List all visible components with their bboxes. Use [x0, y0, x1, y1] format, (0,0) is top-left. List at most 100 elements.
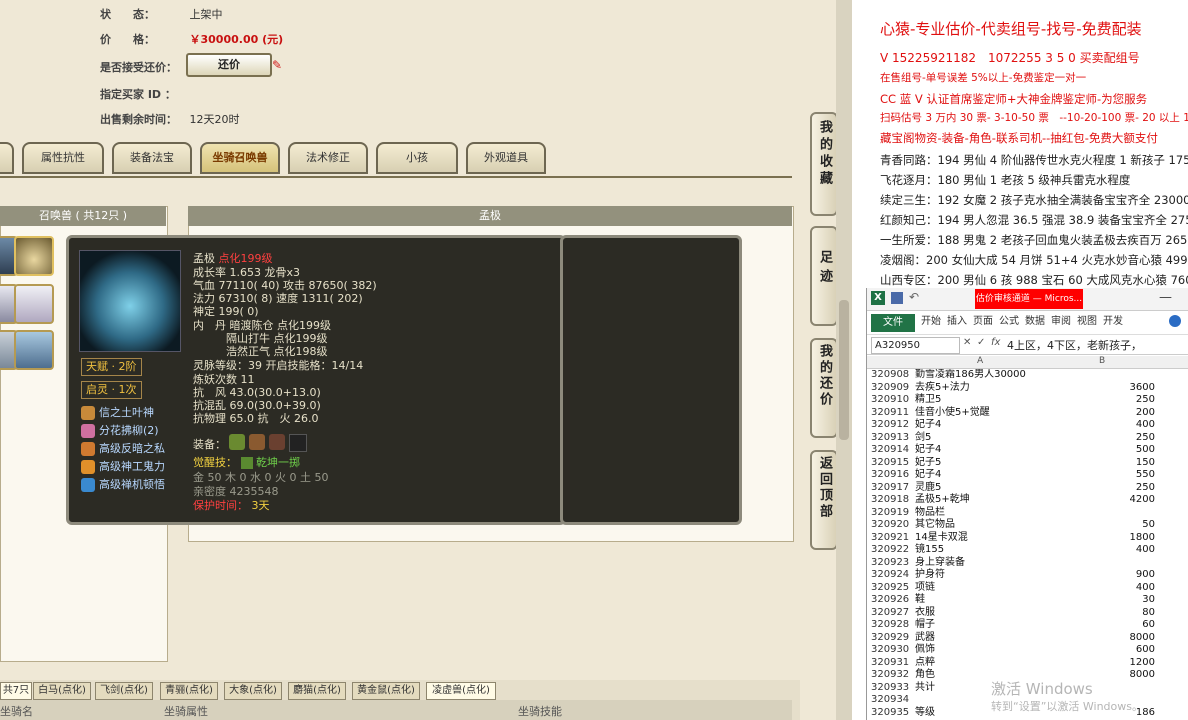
- summon-avatar[interactable]: [14, 330, 54, 370]
- ribbon-tab-file[interactable]: 文件: [871, 314, 915, 332]
- ribbon-tab[interactable]: 开始: [921, 312, 941, 332]
- table-row[interactable]: 320916 妃子4 550: [867, 469, 1188, 482]
- table-row[interactable]: 320908 勤雪凌霜186男人30000: [867, 369, 1188, 382]
- formula-bar: A320950 ✕ ✓ fx 4上区，4下区，老新孩子，: [867, 336, 1188, 355]
- tab-spells[interactable]: 法术修正: [288, 142, 368, 174]
- ribbon-tab[interactable]: 数据: [1025, 312, 1045, 332]
- table-row[interactable]: 320927 衣服 80: [867, 607, 1188, 620]
- table-row[interactable]: 320921 14星卡双混 1800: [867, 532, 1188, 545]
- summon-avatar-selected[interactable]: [14, 236, 54, 276]
- table-row[interactable]: 320926 鞋 30: [867, 594, 1188, 607]
- summon-detail-title: 孟极: [188, 206, 792, 226]
- tip-name-line: 孟极 点化199级: [193, 252, 273, 265]
- listing-line: 一生所爱：188 男鬼 2 老孩子回血鬼火装孟极去疾百万 26500: [880, 233, 1188, 247]
- help-icon[interactable]: [1169, 315, 1181, 327]
- table-row[interactable]: 320909 去疾5+法力 3600: [867, 382, 1188, 395]
- ribbon-tab[interactable]: 开发: [1103, 312, 1123, 332]
- back-to-top-button[interactable]: 返回顶部: [810, 450, 838, 550]
- equip-slot-icon[interactable]: [249, 434, 265, 450]
- mount-col-skill: 坐骑技能: [518, 705, 562, 718]
- awaken-skill-icon: [240, 457, 253, 469]
- tip-intimacy: 亲密度 4235548: [193, 485, 279, 498]
- ribbon-tab[interactable]: 审阅: [1051, 312, 1071, 332]
- tab-appearance[interactable]: 外观道具: [466, 142, 546, 174]
- page-scrollbar[interactable]: [836, 0, 852, 720]
- save-icon[interactable]: [891, 292, 903, 304]
- equip-slot-icon[interactable]: [229, 434, 245, 450]
- skill-name: 高级反暗之私: [99, 442, 165, 455]
- tip-equip-label: 装备：: [193, 438, 226, 451]
- confirm-icon[interactable]: ✓: [977, 337, 985, 348]
- haggle-button[interactable]: 还价: [186, 53, 272, 77]
- mount-count-label: 共7只: [0, 682, 32, 700]
- tab-partial[interactable]: [0, 142, 14, 174]
- table-row[interactable]: 320911 佳音小使5+觉醒 200: [867, 407, 1188, 420]
- my-haggle-button[interactable]: 我的还价: [810, 338, 838, 438]
- column-headers: A B: [867, 356, 1188, 369]
- table-row[interactable]: 320928 帽子 60: [867, 619, 1188, 632]
- listing-line: 红颜知己：194 男人忽混 36.5 强混 38.9 装备宝宝齐全 27500: [880, 213, 1188, 227]
- mount-tab[interactable]: 飞剑(点化): [95, 682, 153, 700]
- tab-children[interactable]: 小孩: [376, 142, 458, 174]
- mount-tab[interactable]: 白马(点化): [33, 682, 91, 700]
- formula-content[interactable]: 4上区，4下区，老新孩子，: [1007, 337, 1142, 353]
- table-row[interactable]: 320920 其它物品 50: [867, 519, 1188, 532]
- tab-equipment[interactable]: 装备法宝: [112, 142, 192, 174]
- tab-divider: [0, 176, 792, 178]
- price-value: ￥30000.00 (元): [189, 33, 284, 46]
- summon-avatar[interactable]: [14, 284, 54, 324]
- ribbon-tab[interactable]: 公式: [999, 312, 1019, 332]
- haggle-row: 是否接受还价：: [100, 59, 186, 75]
- ribbon-tab[interactable]: 插入: [947, 312, 967, 332]
- table-row[interactable]: 320922 镜155 400: [867, 544, 1188, 557]
- table-row[interactable]: 320915 妃子5 150: [867, 457, 1188, 470]
- equip-slot-icon[interactable]: [269, 434, 285, 450]
- tip-res3: 抗物理 65.0 抗 火 26.0: [193, 412, 319, 425]
- my-favorites-button[interactable]: 我的收藏: [810, 112, 838, 216]
- minimize-icon[interactable]: —: [1159, 290, 1172, 305]
- my-haggle-label: 我的还价: [817, 344, 832, 408]
- tip-protect-label: 保护时间：: [193, 499, 248, 512]
- buyer-id-label: 指定买家 ID ：: [100, 88, 176, 101]
- listing-line: 续定三生：192 女魔 2 孩子克水抽全满装备宝宝齐全 23000: [880, 193, 1188, 207]
- table-row[interactable]: 320913 剑5 250: [867, 432, 1188, 445]
- tip-dan3: 浩然正气 点化198级: [193, 345, 328, 358]
- equip-slot-empty[interactable]: [289, 434, 307, 452]
- tab-attributes[interactable]: 属性抗性: [22, 142, 104, 174]
- table-row[interactable]: 320910 精卫5 250: [867, 394, 1188, 407]
- table-row[interactable]: 320929 武器 8000: [867, 632, 1188, 645]
- table-row[interactable]: 320919 物品栏: [867, 507, 1188, 520]
- tab-mounts-summons[interactable]: 坐骑召唤兽: [200, 142, 280, 174]
- mount-tab[interactable]: 麝猫(点化): [288, 682, 346, 700]
- skill-item: 信之土叶神: [81, 404, 154, 420]
- col-header-a[interactable]: A: [977, 356, 983, 366]
- col-header-b[interactable]: B: [1099, 356, 1105, 366]
- table-row[interactable]: 320931 点粹 1200: [867, 657, 1188, 670]
- tip-mp: 法力 67310( 8) 速度 1311( 202): [193, 292, 363, 305]
- buyer-id-row: 指定买家 ID ：: [100, 86, 186, 102]
- tip-growth: 成长率 1.653 龙骨x3: [193, 266, 300, 279]
- skill-icon: [81, 442, 95, 456]
- activation-watermark: 激活 Windows: [991, 680, 1093, 698]
- ribbon-tab[interactable]: 页面: [973, 312, 993, 332]
- table-row[interactable]: 320914 妃子4 500: [867, 444, 1188, 457]
- name-box[interactable]: A320950: [871, 337, 960, 354]
- table-row[interactable]: 320930 佩饰 600: [867, 644, 1188, 657]
- cancel-icon[interactable]: ✕: [963, 337, 971, 348]
- footprint-button[interactable]: 足迹: [810, 226, 838, 326]
- table-row[interactable]: 320924 护身符 900: [867, 569, 1188, 582]
- table-row[interactable]: 320918 孟极5+乾坤 4200: [867, 494, 1188, 507]
- table-row[interactable]: 320912 妃子4 400: [867, 419, 1188, 432]
- mount-tab[interactable]: 青骊(点化): [160, 682, 218, 700]
- table-row[interactable]: 320925 项链 400: [867, 582, 1188, 595]
- mount-tab-active[interactable]: 凌虚兽(点化): [426, 682, 496, 700]
- mount-tab[interactable]: 大象(点化): [224, 682, 282, 700]
- function-icon[interactable]: fx: [991, 337, 1000, 348]
- table-row[interactable]: 320923 身上穿装备: [867, 557, 1188, 570]
- table-row[interactable]: 320917 灵鹿5 250: [867, 482, 1188, 495]
- scrollbar-thumb[interactable]: [839, 300, 849, 440]
- tip-spirit: 神定 199( 0): [193, 305, 259, 318]
- mount-tab[interactable]: 黄金鼠(点化): [352, 682, 420, 700]
- ribbon-tab[interactable]: 视图: [1077, 312, 1097, 332]
- undo-icon[interactable]: ↶: [909, 290, 919, 304]
